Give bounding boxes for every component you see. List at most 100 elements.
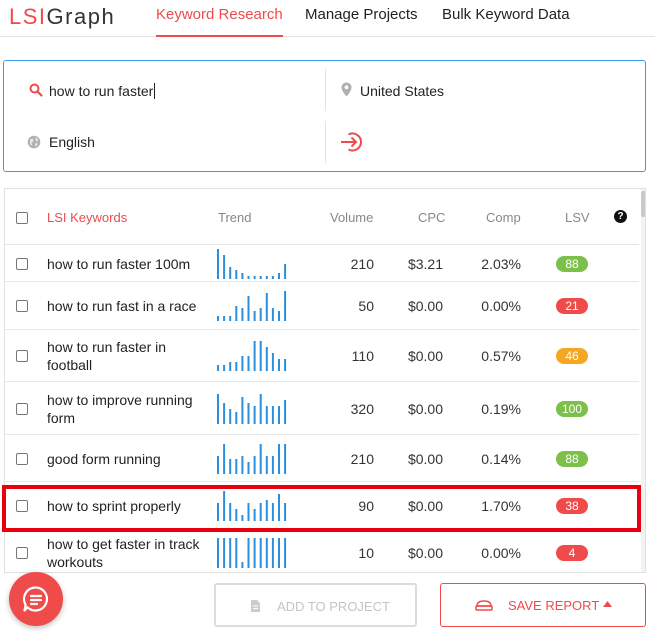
row-checkbox[interactable] (16, 350, 28, 362)
row-checkbox[interactable] (16, 300, 28, 312)
trend-bar (265, 500, 268, 521)
volume-value: 50 (358, 298, 374, 314)
tab-keyword-research[interactable]: Keyword Research (156, 6, 283, 37)
trend-bar (271, 406, 274, 424)
keyword-text[interactable]: good form running (47, 450, 207, 468)
trend-bar (253, 276, 256, 279)
trend-bar (271, 353, 274, 371)
trend-bar (229, 409, 232, 424)
trend-bar (229, 267, 232, 279)
logo-graph: Graph (46, 4, 116, 29)
search-input[interactable]: how to run faster (49, 83, 156, 99)
trend-sparkline (217, 341, 287, 371)
table-row[interactable]: how to improve running form 320 $0.00 0.19%… (5, 382, 639, 435)
language-select[interactable]: English (49, 134, 95, 150)
trend-bar (265, 276, 268, 279)
trend-bar (284, 291, 287, 321)
row-checkbox[interactable] (16, 258, 28, 270)
trend-bar (235, 362, 238, 371)
table-row[interactable]: how to sprint properly 90 $0.00 1.70% 38 (5, 482, 639, 529)
table-row[interactable]: good form running 210 $0.00 0.14% 88 (5, 435, 639, 482)
location-pin-icon (341, 82, 352, 97)
table-row[interactable]: how to run fast in a race 50 $0.00 0.00% 21 (5, 282, 639, 330)
table-row[interactable]: how to get faster in track workouts 10 $0.… (5, 529, 639, 572)
trend-bar (247, 276, 250, 279)
comp-value: 0.57% (481, 348, 521, 364)
tab-bulk-keyword-data[interactable]: Bulk Keyword Data (442, 6, 570, 37)
logo-lsi: LSI (9, 4, 47, 29)
header-cpc[interactable]: CPC (418, 210, 445, 225)
keyword-text[interactable]: how to run faster 100m (47, 255, 207, 273)
trend-bar (265, 347, 268, 371)
save-report-label: SAVE REPORT (508, 598, 600, 613)
cpc-value: $0.00 (407, 498, 443, 514)
help-icon[interactable]: ? (614, 210, 627, 223)
trend-sparkline (217, 394, 287, 424)
save-report-button[interactable]: SAVE REPORT (440, 583, 646, 627)
lsv-badge: 88 (556, 256, 588, 272)
table-row[interactable]: how to run faster 100m 210 $3.21 2.03% 88 (5, 245, 639, 282)
trend-bar (271, 308, 274, 321)
scrollbar-track[interactable] (641, 189, 645, 572)
volume-value: 210 (350, 451, 374, 467)
keyword-text[interactable]: how to run faster in football (47, 338, 207, 374)
chat-button[interactable] (9, 572, 63, 626)
trend-bar (278, 444, 280, 474)
trend-bar (278, 538, 280, 568)
search-panel: how to run faster United States English (3, 60, 646, 172)
trend-bar (265, 456, 268, 474)
row-checkbox[interactable] (16, 547, 28, 559)
trend-bar (284, 538, 287, 568)
trend-bar (247, 538, 250, 568)
trend-bar (223, 444, 226, 474)
enter-arrow-icon[interactable] (340, 131, 365, 153)
header-lsi-keywords[interactable]: LSI Keywords (47, 210, 127, 225)
keyword-text[interactable]: how to sprint properly (47, 497, 207, 515)
volume-value: 10 (358, 545, 374, 561)
field-divider (325, 69, 326, 111)
search-icon (29, 83, 43, 97)
trend-bar (284, 359, 287, 371)
country-select[interactable]: United States (360, 83, 444, 99)
lsv-badge: 4 (556, 545, 588, 561)
caret-up-icon[interactable] (603, 601, 612, 607)
trend-bar (284, 264, 287, 279)
row-checkbox[interactable] (16, 453, 28, 465)
table-header: LSI Keywords Trend Volume CPC Comp LSV ? (5, 189, 639, 245)
chat-bubble-icon (22, 586, 49, 612)
trend-bar (229, 459, 232, 474)
header-comp[interactable]: Comp (486, 210, 521, 225)
trend-bar (223, 403, 226, 424)
trend-bar (229, 362, 232, 371)
trend-sparkline (217, 291, 287, 321)
add-to-project-button[interactable]: ADD TO PROJECT (214, 583, 417, 627)
trend-bar (265, 293, 268, 321)
row-checkbox[interactable] (16, 403, 28, 415)
header-lsv[interactable]: LSV (565, 210, 590, 225)
row-checkbox[interactable] (16, 500, 28, 512)
tab-manage-projects[interactable]: Manage Projects (305, 6, 418, 37)
header-volume[interactable]: Volume (330, 210, 373, 225)
cpc-value: $0.00 (407, 348, 443, 364)
lsv-badge: 38 (556, 498, 588, 514)
lsv-badge: 88 (556, 451, 588, 467)
trend-bar (278, 359, 280, 371)
keyword-text[interactable]: how to run fast in a race (47, 297, 207, 315)
comp-value: 1.70% (481, 498, 521, 514)
cloud-save-icon (475, 600, 493, 611)
trend-bar (247, 503, 250, 521)
trend-bar (241, 456, 244, 474)
trend-bar (259, 503, 262, 521)
trend-bar (235, 270, 238, 279)
scrollbar-thumb[interactable] (641, 191, 645, 217)
trend-bar (265, 538, 268, 568)
select-all-checkbox[interactable] (16, 212, 28, 224)
comp-value: 0.00% (481, 545, 521, 561)
table-row[interactable]: how to run faster in football 110 $0.00 0.5… (5, 330, 639, 382)
keyword-text[interactable]: how to get faster in track workouts (47, 535, 207, 571)
lsigraph-logo[interactable]: LSIGraph (9, 4, 115, 30)
trend-bar (247, 462, 250, 474)
keyword-text[interactable]: how to improve running form (47, 391, 207, 427)
trend-bar (241, 308, 244, 321)
document-icon (251, 600, 260, 612)
